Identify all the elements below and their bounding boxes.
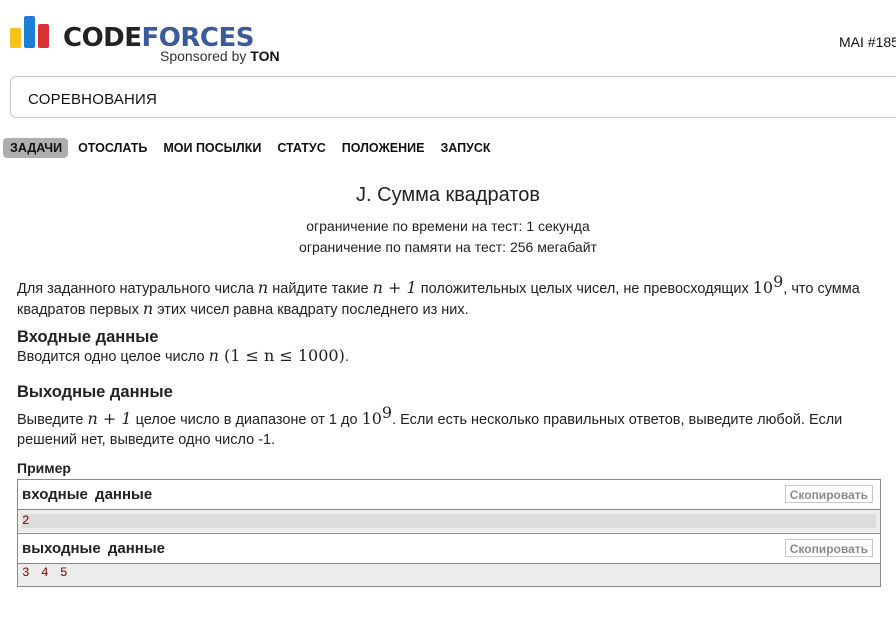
example-title: Пример (17, 460, 71, 476)
menu-item-custom-invocation[interactable]: ЗАПУСК (433, 138, 496, 158)
sample-test: входные данные Скопировать 2 выходные да… (17, 479, 881, 587)
sample-input-value: 2 (22, 514, 876, 528)
menu-item-submit[interactable]: ОТОСЛАТЬ (71, 138, 153, 158)
problem-statement: Для заданного натурального числа n найди… (17, 272, 860, 318)
menu-item-standings[interactable]: ПОЛОЖЕНИЕ (335, 138, 431, 158)
logo-sponsor: Sponsored by TON (160, 48, 280, 64)
time-limit: ограничение по времени на тест: 1 секунд… (306, 218, 590, 234)
copy-output-button[interactable]: Скопировать (784, 539, 873, 557)
menu-item-status[interactable]: СТАТУС (270, 138, 331, 158)
sample-output-body[interactable]: 3 4 5 (18, 564, 880, 586)
contest-box-label[interactable]: СОРЕВНОВАНИЯ (28, 91, 157, 108)
sample-output-header: выходные данные Скопировать (18, 533, 880, 564)
problem-title: J. Сумма квадратов (356, 184, 540, 206)
contest-box: СОРЕВНОВАНИЯ (10, 76, 896, 118)
menu-item-problems[interactable]: ЗАДАЧИ (3, 138, 69, 158)
sample-input-body[interactable]: 2 (18, 510, 880, 532)
user-info[interactable]: MAI #185 (839, 34, 896, 50)
copy-input-button[interactable]: Скопировать (784, 485, 873, 503)
sample-output-value: 3 4 5 (22, 566, 68, 580)
sample-input-label: входные данные (22, 486, 153, 503)
output-description: Выведите n + 1 целое число в диапазоне о… (17, 403, 843, 448)
logo-bars-icon (10, 16, 52, 48)
menu-item-my-submissions[interactable]: МОИ ПОСЫЛКИ (156, 138, 267, 158)
output-section-title: Выходные данные (17, 383, 173, 401)
input-description: Вводится одно целое число n (1 ≤ n ≤ 100… (17, 346, 349, 365)
problem-menu: ЗАДАЧИ ОТОСЛАТЬ МОИ ПОСЫЛКИ СТАТУС ПОЛОЖЕНИЕ… (3, 138, 500, 158)
sample-output-label: выходные данные (22, 540, 166, 557)
memory-limit: ограничение по памяти на тест: 256 мегаб… (299, 239, 597, 255)
sample-input-header: входные данные Скопировать (18, 480, 880, 510)
input-section-title: Входные данные (17, 328, 159, 346)
